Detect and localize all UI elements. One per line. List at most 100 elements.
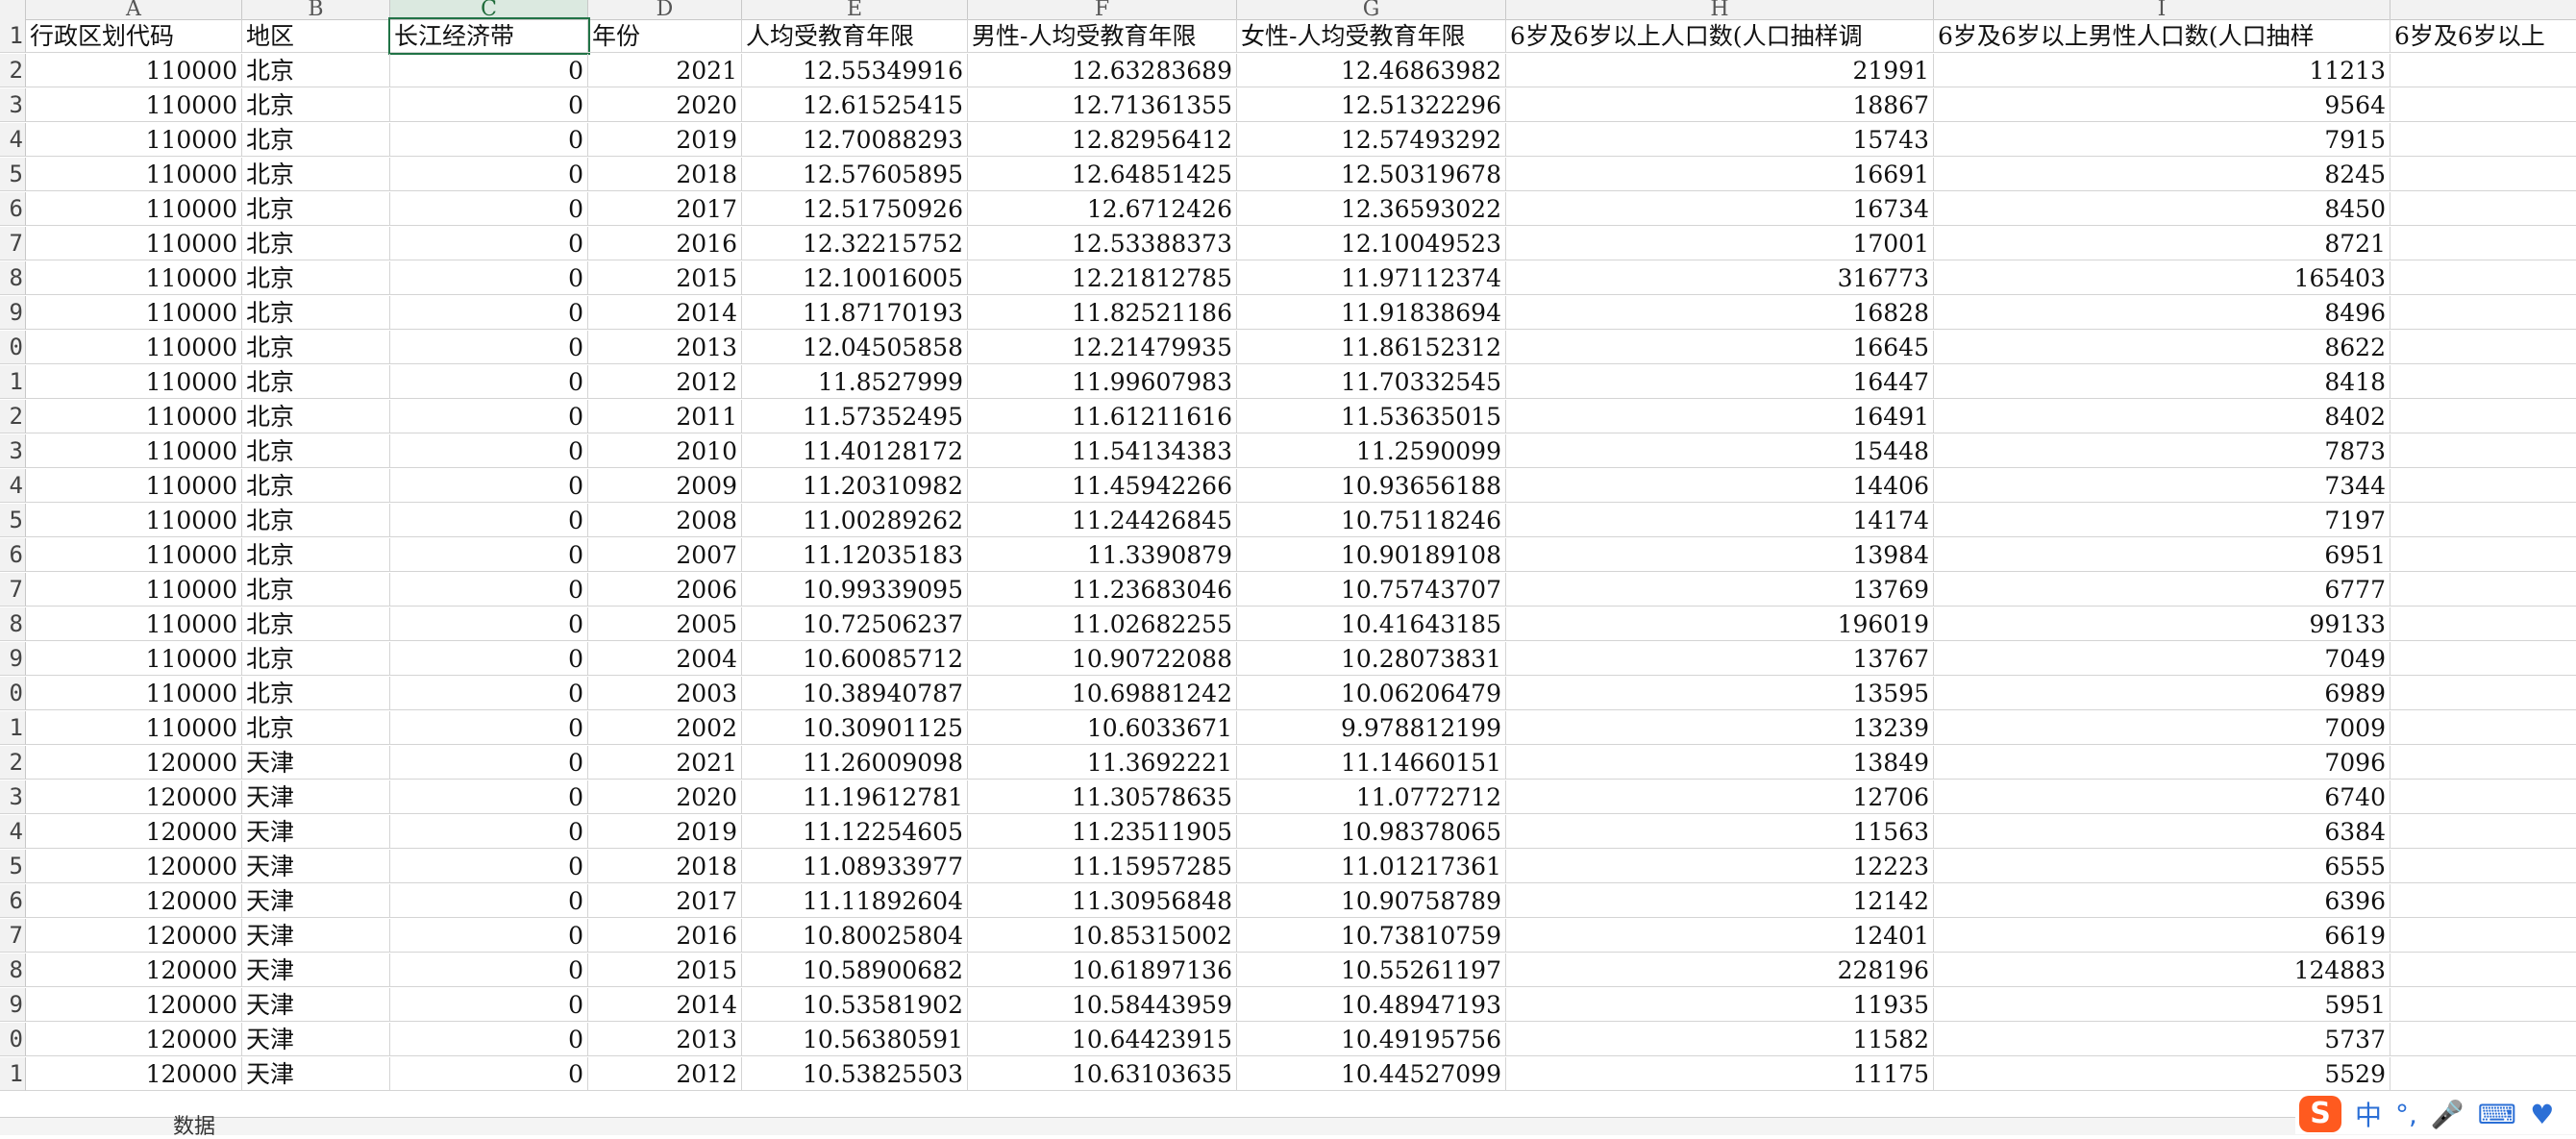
table-cell[interactable]: 2017 (588, 192, 742, 226)
table-cell[interactable]: 0 (390, 88, 588, 122)
table-cell[interactable]: 11.70332545 (1237, 365, 1506, 399)
table-cell[interactable]: 110000 (26, 400, 242, 433)
table-cell[interactable]: 0 (390, 227, 588, 260)
table-cell[interactable] (2390, 227, 2576, 260)
ime-mode-label[interactable]: 中 (2355, 1095, 2382, 1133)
table-cell[interactable]: 北京 (242, 434, 390, 468)
table-cell[interactable]: 10.73810759 (1237, 919, 1506, 953)
table-cell[interactable]: 12.21812785 (968, 261, 1237, 295)
table-cell[interactable] (2390, 192, 2576, 226)
row-number[interactable]: 0 (0, 677, 26, 710)
table-cell[interactable]: 13849 (1506, 746, 1934, 780)
table-cell[interactable]: 11.3390879 (968, 538, 1237, 572)
table-cell[interactable]: 120000 (26, 884, 242, 918)
table-cell[interactable]: 0 (390, 677, 588, 710)
table-cell[interactable]: 北京 (242, 711, 390, 745)
table-cell[interactable]: 0 (390, 780, 588, 814)
row-number[interactable]: 0 (0, 331, 26, 364)
table-cell[interactable]: 0 (390, 884, 588, 918)
table-cell[interactable]: 2018 (588, 158, 742, 191)
table-cell[interactable]: 6619 (1934, 919, 2390, 953)
table-cell[interactable]: 7344 (1934, 469, 2390, 503)
table-cell[interactable]: 10.6033671 (968, 711, 1237, 745)
table-cell[interactable]: 北京 (242, 192, 390, 226)
header-cell[interactable]: 长江经济带 (388, 17, 590, 55)
table-cell[interactable] (2390, 1023, 2576, 1056)
table-cell[interactable]: 10.69881242 (968, 677, 1237, 710)
row-number[interactable]: 9 (0, 988, 26, 1022)
row-number[interactable]: 5 (0, 850, 26, 883)
table-cell[interactable]: 11.61211616 (968, 400, 1237, 433)
table-cell[interactable] (2390, 296, 2576, 330)
table-cell[interactable]: 110000 (26, 158, 242, 191)
table-cell[interactable]: 120000 (26, 850, 242, 883)
column-header-A[interactable]: A (26, 0, 242, 19)
table-cell[interactable]: 11.20310982 (742, 469, 968, 503)
table-cell[interactable]: 8496 (1934, 296, 2390, 330)
table-cell[interactable] (2390, 884, 2576, 918)
table-cell[interactable]: 11.15957285 (968, 850, 1237, 883)
table-cell[interactable]: 15743 (1506, 123, 1934, 157)
table-cell[interactable]: 0 (390, 642, 588, 676)
table-cell[interactable]: 天津 (242, 1023, 390, 1056)
select-all-corner[interactable] (0, 0, 26, 19)
table-cell[interactable]: 6777 (1934, 573, 2390, 607)
table-cell[interactable]: 11582 (1506, 1023, 1934, 1056)
mic-icon[interactable]: 🎤 (2431, 1099, 2465, 1130)
table-cell[interactable]: 2015 (588, 953, 742, 987)
table-cell[interactable]: 10.98378065 (1237, 815, 1506, 849)
table-cell[interactable] (2390, 504, 2576, 537)
table-cell[interactable]: 10.90722088 (968, 642, 1237, 676)
table-cell[interactable]: 110000 (26, 365, 242, 399)
table-cell[interactable]: 110000 (26, 711, 242, 745)
table-cell[interactable]: 0 (390, 434, 588, 468)
header-cell[interactable]: 6岁及6岁以上 (2390, 19, 2576, 53)
table-cell[interactable]: 12706 (1506, 780, 1934, 814)
table-cell[interactable]: 110000 (26, 677, 242, 710)
table-cell[interactable]: 北京 (242, 54, 390, 87)
table-cell[interactable] (2390, 434, 2576, 468)
table-cell[interactable]: 11.19612781 (742, 780, 968, 814)
table-cell[interactable]: 110000 (26, 54, 242, 87)
header-cell[interactable]: 行政区划代码 (26, 19, 242, 53)
table-cell[interactable] (2390, 538, 2576, 572)
table-cell[interactable]: 12.32215752 (742, 227, 968, 260)
table-cell[interactable] (2390, 850, 2576, 883)
table-cell[interactable]: 11.01217361 (1237, 850, 1506, 883)
table-cell[interactable]: 10.41643185 (1237, 607, 1506, 641)
table-cell[interactable]: 16734 (1506, 192, 1934, 226)
table-cell[interactable]: 10.85315002 (968, 919, 1237, 953)
table-cell[interactable]: 11.53635015 (1237, 400, 1506, 433)
table-cell[interactable]: 110000 (26, 469, 242, 503)
sheet-tab[interactable]: 数据 (173, 1117, 215, 1138)
table-cell[interactable]: 7915 (1934, 123, 2390, 157)
table-cell[interactable]: 11.99607983 (968, 365, 1237, 399)
table-cell[interactable]: 2016 (588, 227, 742, 260)
table-cell[interactable]: 12.04505858 (742, 331, 968, 364)
table-cell[interactable]: 165403 (1934, 261, 2390, 295)
table-cell[interactable]: 2013 (588, 331, 742, 364)
table-cell[interactable]: 2021 (588, 54, 742, 87)
table-cell[interactable]: 0 (390, 573, 588, 607)
table-cell[interactable]: 110000 (26, 331, 242, 364)
table-cell[interactable]: 11.30956848 (968, 884, 1237, 918)
table-cell[interactable]: 9.978812199 (1237, 711, 1506, 745)
table-cell[interactable]: 0 (390, 711, 588, 745)
table-cell[interactable]: 12.70088293 (742, 123, 968, 157)
table-cell[interactable]: 16447 (1506, 365, 1934, 399)
row-number[interactable]: 4 (0, 469, 26, 503)
table-cell[interactable]: 13595 (1506, 677, 1934, 710)
table-cell[interactable]: 2007 (588, 538, 742, 572)
table-cell[interactable]: 天津 (242, 988, 390, 1022)
table-cell[interactable]: 0 (390, 365, 588, 399)
table-cell[interactable]: 12.55349916 (742, 54, 968, 87)
table-cell[interactable]: 北京 (242, 400, 390, 433)
table-cell[interactable]: 11.87170193 (742, 296, 968, 330)
table-cell[interactable]: 10.49195756 (1237, 1023, 1506, 1056)
table-cell[interactable]: 15448 (1506, 434, 1934, 468)
table-cell[interactable]: 120000 (26, 953, 242, 987)
table-cell[interactable]: 2009 (588, 469, 742, 503)
row-number[interactable]: 2 (0, 746, 26, 780)
table-cell[interactable]: 10.90758789 (1237, 884, 1506, 918)
table-cell[interactable]: 10.48947193 (1237, 988, 1506, 1022)
